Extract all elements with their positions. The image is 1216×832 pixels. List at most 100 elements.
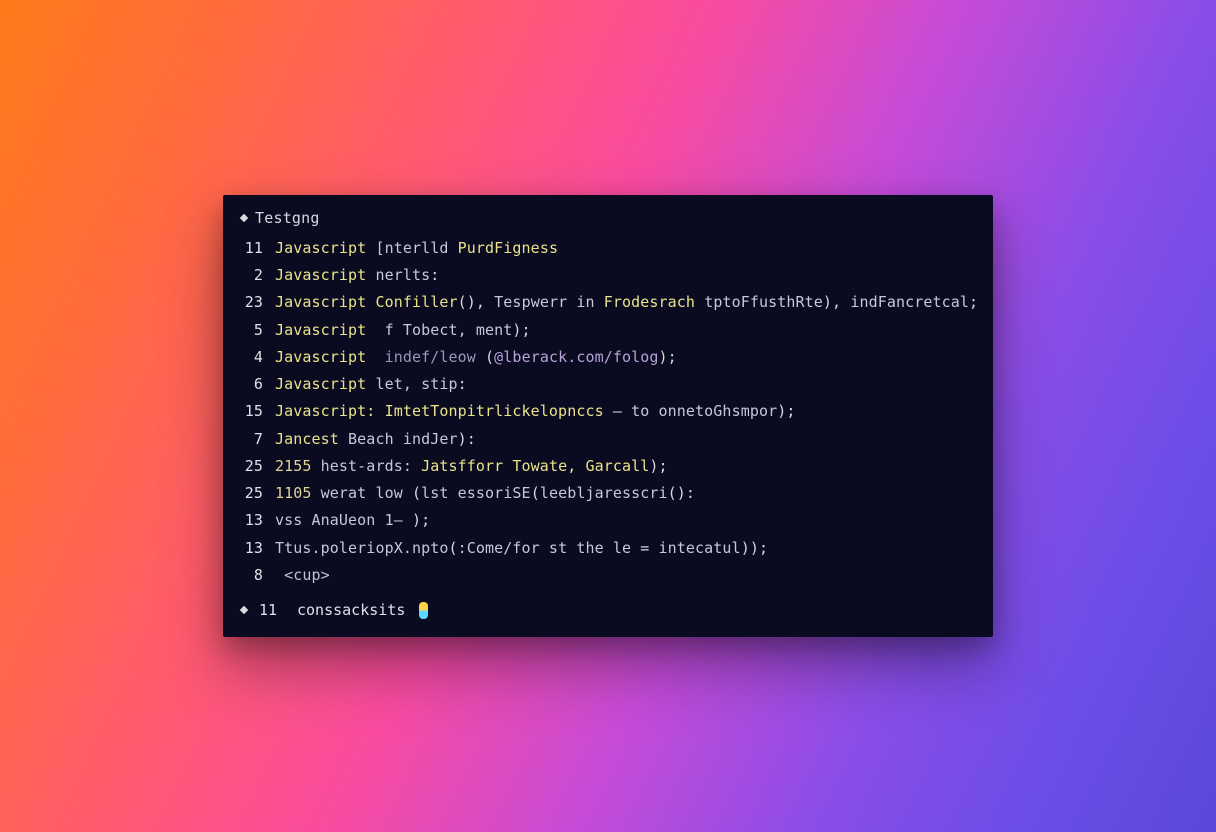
code-editor-window: Testgng 11Javascript [nterlld PurdFignes… [223,195,993,637]
code-content[interactable]: Javascript f Tobect, ment); [275,319,531,342]
code-line[interactable]: 13Ttus.poleriopX.npto(:Come/for st the l… [223,535,993,562]
line-number: 4 [241,346,275,369]
code-line[interactable]: 13vss AnaUeon 1— ); [223,507,993,534]
token: 2155 [275,457,321,475]
token: : [430,266,439,284]
code-content[interactable]: Javascript indef/leow (@lberack.com/folo… [275,346,677,369]
code-content[interactable]: Jancest Beach indJer): [275,428,476,451]
code-content[interactable]: Javascript [nterlld PurdFigness [275,237,558,260]
token: :Come/for st the le [458,539,641,557]
token: ), [823,293,850,311]
token: lst essoriSE [421,484,531,502]
diamond-icon [240,214,248,222]
code-line[interactable]: 4Javascript indef/leow (@lberack.com/fol… [223,344,993,371]
code-line[interactable]: 252155 hest-ards: Jatsfforr Towate, Garc… [223,453,993,480]
token: f Tobect, ment [385,321,513,339]
editor-footer: 11 conssacksits [223,591,993,619]
token: ( [485,348,494,366]
line-number: 7 [241,428,275,451]
token: Javascript [275,348,385,366]
token: Jatsfforr Towate, Garcall [421,457,649,475]
token: Javascript [275,321,385,339]
line-number: 13 [241,509,275,532]
token: Javascript: [275,402,385,420]
token: )); [741,539,768,557]
line-number: 15 [241,400,275,423]
token: let, stip [375,375,457,393]
code-line[interactable]: 251105 werat low (lst essoriSE(leebljare… [223,480,993,507]
line-number: 23 [241,291,275,314]
line-number: 6 [241,373,275,396]
diamond-icon [240,606,248,614]
code-content[interactable]: Javascript let, stip: [275,373,467,396]
token: Javascript [275,266,375,284]
token: = [640,539,658,557]
token: Ttus.poleriopX.npto [275,539,448,557]
code-content[interactable]: 2155 hest-ards: Jatsfforr Towate, Garcal… [275,455,668,478]
token: to onnetoGhsmpor [631,402,777,420]
token: Confiller [375,293,457,311]
token: Frodesrach [604,293,704,311]
token: Javascript [275,239,375,257]
token: 1105 [275,484,321,502]
code-line[interactable]: 15Javascript: ImtetTonpitrlickelopnccs —… [223,398,993,425]
token: Tespwerr in [494,293,604,311]
token: ( [412,484,421,502]
token: ); [412,511,430,529]
token: ( [531,484,540,502]
editor-header: Testgng [223,209,993,233]
code-content[interactable]: Ttus.poleriopX.npto(:Come/for st the le … [275,537,768,560]
token: vss AnaUeon 1— [275,511,412,529]
token: tptoFfusthRte [704,293,823,311]
code-line[interactable]: 8 <cup> [223,562,993,589]
code-content[interactable]: Javascript nerlts: [275,264,439,287]
code-content[interactable]: Javascript Confiller(), Tespwerr in Frod… [275,291,978,314]
token: ( [448,539,457,557]
token: ); [777,402,795,420]
code-line[interactable]: 23Javascript Confiller(), Tespwerr in Fr… [223,289,993,316]
token: @lberack.com/folog [494,348,658,366]
cursor-icon [419,602,428,619]
line-number: 11 [241,237,275,260]
footer-line-number: 11 [255,601,289,619]
token: (), [458,293,495,311]
token: hest-ards: [321,457,421,475]
code-content[interactable]: vss AnaUeon 1— ); [275,509,430,532]
token: Javascript [275,293,375,311]
line-number: 25 [241,482,275,505]
token: Javascript [275,375,375,393]
token: Beach indJer [348,430,458,448]
code-content[interactable]: 1105 werat low (lst essoriSE(leebljaress… [275,482,695,505]
token: nerlts [375,266,430,284]
token: ; [969,293,978,311]
line-number: 5 [241,319,275,342]
token: ); [649,457,667,475]
token: ImtetTonpitrlickelopnccs [385,402,613,420]
line-number: 2 [241,264,275,287]
footer-text: conssacksits [297,601,405,619]
code-content[interactable]: Javascript: ImtetTonpitrlickelopnccs — t… [275,400,795,423]
code-line[interactable]: 11Javascript [nterlld PurdFigness [223,235,993,262]
line-number: 13 [241,537,275,560]
token: ); [659,348,677,366]
token: <cup> [284,566,330,584]
token: — [613,402,631,420]
code-content[interactable]: <cup> [275,564,330,587]
code-lines[interactable]: 11Javascript [nterlld PurdFigness2Javasc… [223,233,993,591]
code-line[interactable]: 7Jancest Beach indJer): [223,426,993,453]
token: (): [668,484,695,502]
token: ): [458,430,476,448]
token: PurdFigness [458,239,558,257]
token: Jancest [275,430,348,448]
token: indFancretcal [850,293,969,311]
code-line[interactable]: 5Javascript f Tobect, ment); [223,317,993,344]
token: leebljaresscri [540,484,668,502]
code-line[interactable]: 6Javascript let, stip: [223,371,993,398]
token: intecatul [659,539,741,557]
token: werat low [321,484,412,502]
line-number: 8 [241,564,275,587]
token [275,566,284,584]
code-line[interactable]: 2Javascript nerlts: [223,262,993,289]
line-number: 25 [241,455,275,478]
token: indef/leow [385,348,485,366]
